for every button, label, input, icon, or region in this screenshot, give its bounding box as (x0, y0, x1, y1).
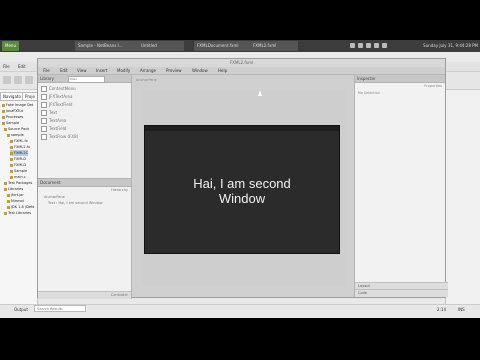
project-icon (2, 115, 5, 119)
desktop-screen: File Edit Navigato Proje Fake Image Det … (0, 40, 480, 318)
cursor-position: 2:14 (437, 307, 446, 312)
controller-section[interactable]: Controller (38, 291, 131, 299)
project-icon (2, 121, 5, 125)
code-section[interactable]: Code (355, 289, 448, 297)
hierarchy-item[interactable]: Text : Hai, I am second Window (48, 201, 103, 205)
clock[interactable]: Sunday July 31, 9:44:28 PM (423, 41, 478, 51)
taskbar: Menu Sample - NetBeans I... Untitled FXM… (0, 40, 480, 52)
control-icon (41, 102, 47, 108)
document-header: Document (38, 179, 131, 187)
hierarchy-label[interactable]: Hierarchy (111, 188, 128, 192)
scene-builder-menubar: File Edit View Insert Modify Arrange Pre… (38, 67, 445, 75)
document-panel: Document Hierarchy AnchorPane Text : Hai… (38, 178, 132, 299)
bluetooth-icon[interactable] (374, 43, 379, 48)
library-panel: Library filter ContextMenu JFXTextArea J… (38, 75, 132, 178)
keyboard-icon[interactable] (382, 43, 387, 48)
battery-icon[interactable] (366, 43, 371, 48)
tab-navigator[interactable]: Navigato (0, 92, 24, 101)
library-item[interactable]: JFXTextArea (41, 93, 72, 101)
inspector-header: Inspector (355, 75, 445, 83)
output-tab[interactable]: Output (14, 307, 28, 312)
project-icon (2, 109, 5, 113)
fxml-file-icon (10, 139, 13, 143)
folder-icon (4, 181, 7, 185)
ide-editor-edge (445, 90, 480, 304)
tree-item[interactable]: Test Libraries (4, 210, 31, 216)
jdk-icon (7, 205, 10, 209)
library-item[interactable]: ContextMenu (41, 85, 76, 93)
menu-file[interactable]: File (43, 68, 50, 73)
fxml-file-icon (10, 145, 13, 149)
new-file-icon[interactable] (3, 76, 11, 84)
second-window[interactable]: Hai, I am second Window (144, 125, 340, 254)
second-window-message: Hai, I am second Window (193, 176, 291, 206)
library-icon (4, 187, 7, 191)
menu-insert[interactable]: Insert (96, 68, 107, 73)
insert-mode: INS (458, 307, 465, 312)
menu-modify[interactable]: Modify (117, 68, 130, 73)
java-file-icon (10, 169, 13, 173)
library-item[interactable]: TextField (41, 125, 66, 133)
java-file-icon (10, 151, 13, 155)
mouse-pointer-icon (258, 90, 262, 96)
ide-projects-panel: Navigato Proje Fake Image Det JavaFXTut … (0, 90, 38, 304)
control-icon (41, 126, 47, 132)
save-icon[interactable] (25, 76, 33, 84)
menu-help[interactable]: Help (218, 68, 227, 73)
package-icon (7, 133, 10, 137)
controller-label: Controller (110, 293, 128, 297)
search-results-field[interactable]: Search Results (34, 305, 86, 312)
java-file-icon (10, 163, 13, 167)
menu-window[interactable]: Window (192, 68, 208, 73)
menu-edit[interactable]: Edit (60, 68, 68, 73)
open-project-icon[interactable] (14, 76, 22, 84)
no-selection-label: No Selection (358, 91, 381, 95)
system-tray (350, 43, 398, 49)
menu-preview[interactable]: Preview (166, 68, 182, 73)
control-icon (41, 110, 47, 116)
control-icon (41, 118, 47, 124)
css-file-icon (10, 175, 13, 179)
window-title: FXML2.fxml (38, 59, 445, 67)
inspector-panel: Inspector Properties No Selection Layout… (354, 75, 448, 297)
start-menu-button[interactable]: Menu (2, 41, 19, 51)
ide-panel-tabs: Navigato Proje (0, 92, 38, 101)
library-item[interactable]: JFXTextField (41, 101, 72, 109)
folder-icon (4, 127, 7, 131)
tab-projects[interactable]: Proje (22, 92, 38, 101)
taskbar-window-fxmldocument[interactable]: FXMLDocument.fxml (194, 41, 252, 51)
taskbar-window-untitled[interactable]: Untitled (138, 41, 184, 51)
menu-arrange[interactable]: Arrange (140, 68, 156, 73)
menu-view[interactable]: View (77, 68, 87, 73)
library-search-input[interactable]: filter (68, 76, 105, 83)
volume-icon[interactable] (358, 43, 363, 48)
control-icon (41, 86, 47, 92)
project-icon (2, 103, 5, 107)
jar-icon (7, 193, 10, 197)
library-icon (4, 211, 7, 215)
hierarchy-item[interactable]: AnchorPane (44, 195, 65, 199)
ide-menu-edit[interactable]: Edit (18, 64, 26, 69)
java-file-icon (10, 157, 13, 161)
taskbar-window-fxml2[interactable]: FXML2.fxml (250, 41, 298, 51)
library-item[interactable]: Text (41, 109, 57, 117)
properties-section[interactable]: Properties (424, 84, 442, 88)
jar-icon (7, 199, 10, 203)
taskbar-window-netbeans[interactable]: Sample - NetBeans I... (75, 41, 141, 51)
ide-menu-file[interactable]: File (3, 64, 10, 69)
library-item[interactable]: TextArea (41, 117, 66, 125)
library-item[interactable]: TextFlow (FX8) (41, 133, 78, 141)
control-icon (41, 134, 47, 140)
second-window-titlebar[interactable] (145, 126, 339, 131)
selection-path: AnchorPane (136, 78, 157, 82)
network-icon[interactable] (350, 43, 355, 48)
control-icon (41, 94, 47, 100)
